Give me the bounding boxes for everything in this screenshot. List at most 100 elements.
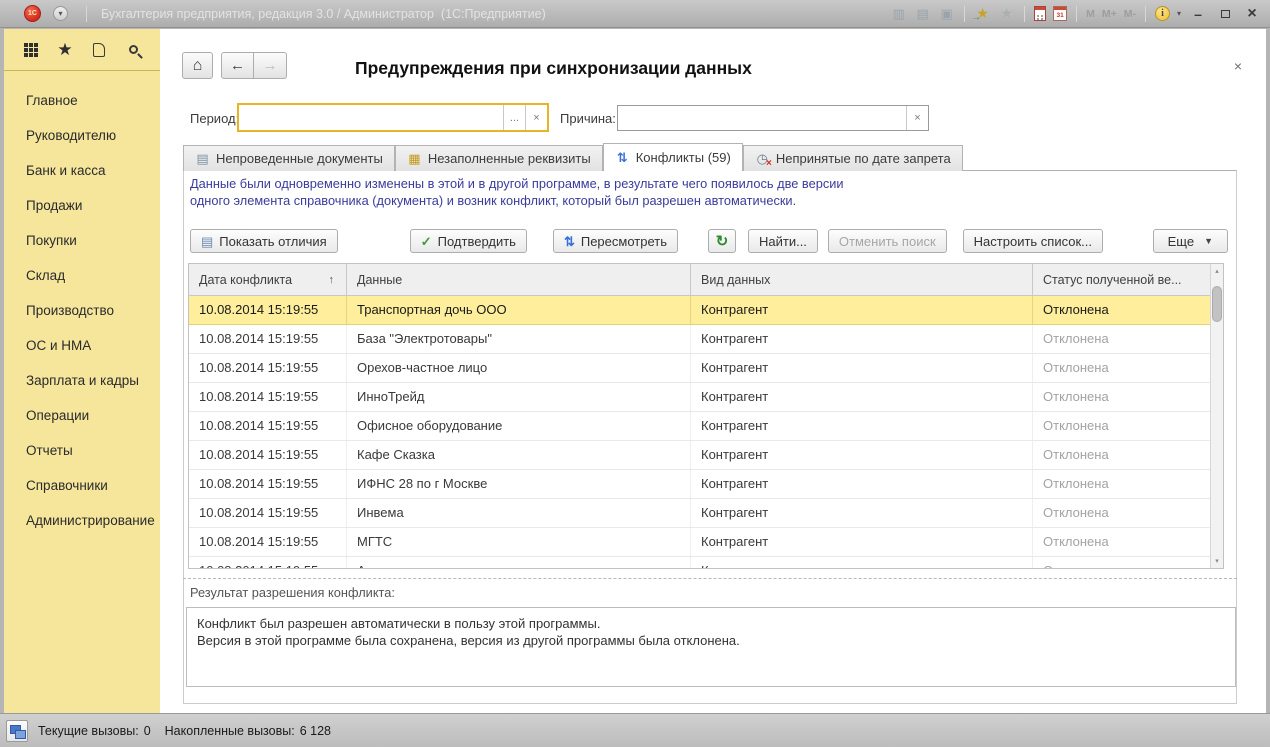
- print-preview-icon[interactable]: [938, 5, 955, 22]
- memory-mminus-button[interactable]: M-: [1124, 8, 1136, 20]
- history-icon[interactable]: [90, 41, 108, 59]
- cell-conflict-date: 10.08.2014 15:19:55: [189, 441, 347, 469]
- sidebar-item[interactable]: Продажи: [4, 188, 160, 223]
- info-line-1: Данные были одновременно изменены в этой…: [190, 175, 844, 192]
- column-header-kind[interactable]: Вид данных: [691, 264, 1033, 295]
- cell-kind: Контрагент: [691, 499, 1033, 527]
- table-row[interactable]: 10.08.2014 15:19:55 МГТС Контрагент Откл…: [189, 528, 1210, 557]
- tab-icon: [615, 150, 630, 165]
- cell-kind: Контрагент: [691, 412, 1033, 440]
- cell-kind: Контрагент: [691, 354, 1033, 382]
- sidebar-item[interactable]: Покупки: [4, 223, 160, 258]
- table-row[interactable]: 10.08.2014 15:19:55 ИФНС 28 по г Москве …: [189, 470, 1210, 499]
- scrollbar-thumb[interactable]: [1212, 286, 1222, 322]
- current-calls-value: 0: [144, 724, 151, 738]
- vertical-scrollbar[interactable]: ▴ ▾: [1210, 264, 1223, 568]
- column-header-status[interactable]: Статус полученной ве...: [1033, 264, 1210, 295]
- sidebar-item[interactable]: Производство: [4, 293, 160, 328]
- cell-conflict-date: 10.08.2014 15:19:55: [189, 557, 347, 569]
- home-button[interactable]: [182, 52, 213, 79]
- current-calls-label: Текущие вызовы:: [38, 724, 139, 738]
- table-row[interactable]: 10.08.2014 15:19:55 Офисное оборудование…: [189, 412, 1210, 441]
- scroll-up-icon[interactable]: ▴: [1211, 267, 1223, 275]
- memory-m-button[interactable]: M: [1086, 8, 1095, 20]
- sidebar-item[interactable]: Руководителю: [4, 118, 160, 153]
- column-header-date[interactable]: Дата конфликта↑: [189, 264, 347, 295]
- tab[interactable]: Незаполненные реквизиты: [395, 145, 603, 171]
- favorites-star-icon[interactable]: [56, 41, 74, 59]
- sidebar-icon-row: [4, 29, 160, 71]
- table-row[interactable]: 10.08.2014 15:19:55 Орехов-частное лицо …: [189, 354, 1210, 383]
- period-choose-button[interactable]: ...: [503, 105, 525, 130]
- reason-input[interactable]: [618, 106, 906, 130]
- sidebar-item[interactable]: Склад: [4, 258, 160, 293]
- sidebar-item[interactable]: Администрирование: [4, 503, 160, 538]
- table-row[interactable]: 10.08.2014 15:19:55 А... Контрагент Откл…: [189, 557, 1210, 569]
- cell-status: Отклонена: [1033, 383, 1210, 411]
- sections-menu-icon[interactable]: [22, 41, 40, 59]
- chevron-down-icon[interactable]: ▾: [1177, 9, 1181, 18]
- statusbar-text: Текущие вызовы: 0 Накопленные вызовы: 6 …: [38, 724, 331, 738]
- cell-kind: Контрагент: [691, 441, 1033, 469]
- close-window-button[interactable]: ×: [1242, 5, 1262, 22]
- table-row[interactable]: 10.08.2014 15:19:55 Транспортная дочь ОО…: [189, 296, 1210, 325]
- client-server-calls-icon[interactable]: [6, 720, 28, 742]
- calendar-icon[interactable]: 31: [1053, 6, 1067, 21]
- refresh-button[interactable]: ↻: [708, 229, 736, 253]
- show-differences-button[interactable]: ▤Показать отличия: [190, 229, 338, 253]
- tab-icon: [755, 151, 770, 166]
- search-icon[interactable]: [124, 41, 142, 59]
- table-row[interactable]: 10.08.2014 15:19:55 Инвема Контрагент От…: [189, 499, 1210, 528]
- calculator-icon[interactable]: [1034, 6, 1046, 21]
- sort-asc-icon: ↑: [329, 274, 335, 286]
- configure-list-button[interactable]: Настроить список...: [963, 229, 1103, 253]
- table-row[interactable]: 10.08.2014 15:19:55 Кафе Сказка Контраге…: [189, 441, 1210, 470]
- 1c-logo-text: 1С: [28, 10, 37, 17]
- maximize-button[interactable]: [1215, 5, 1235, 22]
- sidebar-item[interactable]: Справочники: [4, 468, 160, 503]
- sidebar-item[interactable]: Зарплата и кадры: [4, 363, 160, 398]
- close-form-icon[interactable]: ×: [1234, 58, 1242, 74]
- titlebar-actions: 31 M M+ M- i ▾ – ×: [890, 5, 1270, 22]
- sidebar-item[interactable]: Главное: [4, 83, 160, 118]
- memory-mplus-button[interactable]: M+: [1102, 8, 1117, 20]
- minimize-button[interactable]: –: [1188, 5, 1208, 22]
- splitter[interactable]: [183, 578, 1237, 579]
- find-button[interactable]: Найти...: [748, 229, 818, 253]
- back-button[interactable]: ←: [221, 52, 254, 79]
- favorites-icon[interactable]: [998, 5, 1015, 22]
- save-icon[interactable]: [890, 5, 907, 22]
- cell-conflict-date: 10.08.2014 15:19:55: [189, 325, 347, 353]
- titlebar-separator: [86, 6, 87, 22]
- reason-clear-icon[interactable]: ×: [906, 106, 928, 130]
- table-row[interactable]: 10.08.2014 15:19:55 ИнноТрейд Контрагент…: [189, 383, 1210, 412]
- period-input[interactable]: [239, 105, 503, 130]
- cell-data: Офисное оборудование: [347, 412, 691, 440]
- sidebar-item[interactable]: ОС и НМА: [4, 328, 160, 363]
- cell-kind: Контрагент: [691, 383, 1033, 411]
- print-icon[interactable]: [914, 5, 931, 22]
- system-menu-dropdown-icon[interactable]: [53, 6, 68, 21]
- column-header-data[interactable]: Данные: [347, 264, 691, 295]
- review-button[interactable]: ⇅Пересмотреть: [553, 229, 678, 253]
- scroll-down-icon[interactable]: ▾: [1211, 557, 1223, 565]
- refresh-icon: ↻: [716, 234, 729, 249]
- reason-field-wrap: ×: [617, 105, 929, 131]
- diff-icon: ▤: [201, 235, 213, 248]
- info-icon[interactable]: i: [1155, 6, 1170, 21]
- table-row[interactable]: 10.08.2014 15:19:55 База "Электротовары"…: [189, 325, 1210, 354]
- confirm-button[interactable]: ✓Подтвердить: [410, 229, 527, 253]
- tab[interactable]: Непринятые по дате запрета: [743, 145, 963, 171]
- sidebar-item[interactable]: Операции: [4, 398, 160, 433]
- tab[interactable]: Конфликты (59): [603, 143, 743, 171]
- cancel-search-button[interactable]: Отменить поиск: [828, 229, 947, 253]
- more-button[interactable]: Еще▼: [1153, 229, 1228, 253]
- sidebar-item[interactable]: Банк и касса: [4, 153, 160, 188]
- sidebar-item[interactable]: Отчеты: [4, 433, 160, 468]
- forward-button[interactable]: →: [254, 52, 287, 79]
- cell-data: ИФНС 28 по г Москве: [347, 470, 691, 498]
- cell-status: Отклонена: [1033, 470, 1210, 498]
- add-favorite-icon[interactable]: [974, 5, 991, 22]
- tab[interactable]: Непроведенные документы: [183, 145, 395, 171]
- period-clear-icon[interactable]: ×: [525, 105, 547, 130]
